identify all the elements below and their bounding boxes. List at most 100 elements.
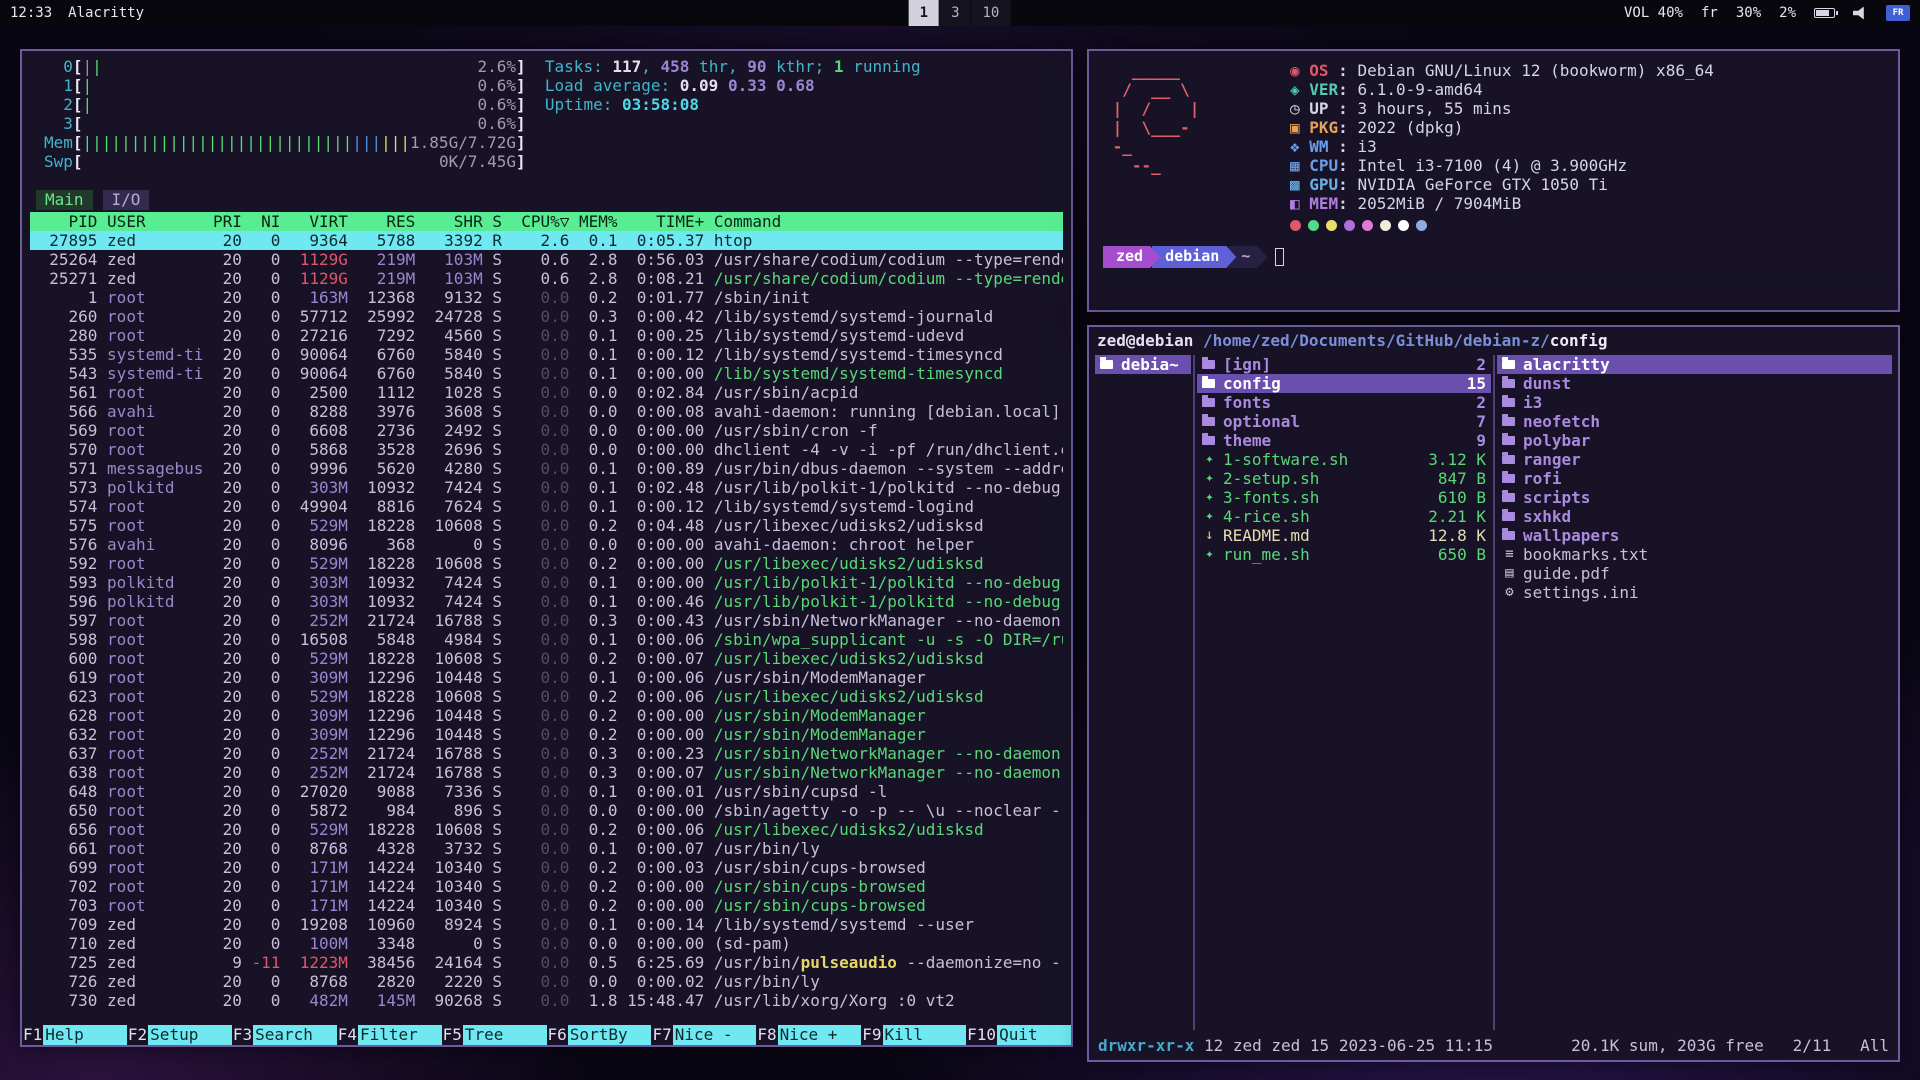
folder-icon: [1202, 417, 1215, 426]
column-header-mem[interactable]: MEM%: [569, 212, 617, 231]
process-row[interactable]: 623root200529M1822810608S0.00.20:00.06/u…: [30, 687, 1063, 706]
preview-item-neofetch[interactable]: neofetch: [1497, 412, 1892, 431]
preview-item-alacritty[interactable]: alacritty: [1497, 355, 1892, 374]
process-row[interactable]: 575root200529M1822810608S0.00.20:04.48/u…: [30, 516, 1063, 535]
preview-item-dunst[interactable]: dunst: [1497, 374, 1892, 393]
file-item-optional[interactable]: optional7: [1197, 412, 1491, 431]
workspace-button-1[interactable]: 1: [909, 0, 940, 26]
file-item-fonts[interactable]: fonts2: [1197, 393, 1491, 412]
process-row[interactable]: 576avahi20080963680S0.00.00:00.00avahi-d…: [30, 535, 1063, 554]
process-row[interactable]: 571messagebus200999656204280S0.00.10:00.…: [30, 459, 1063, 478]
file-item-run-me-sh[interactable]: ✦run_me.sh650 B: [1197, 545, 1491, 564]
process-row[interactable]: 709zed20019208109608924S0.00.10:00.14/li…: [30, 915, 1063, 934]
column-header-cpu[interactable]: CPU%▽: [512, 212, 570, 231]
process-row[interactable]: 600root200529M1822810608S0.00.20:00.07/u…: [30, 649, 1063, 668]
preview-item-polybar[interactable]: polybar: [1497, 431, 1892, 450]
process-row[interactable]: 543systemd-ti2009006467605840S0.00.10:00…: [30, 364, 1063, 383]
fkey-f8[interactable]: F8Nice +: [756, 1025, 861, 1045]
process-row[interactable]: 566avahi200828839763608S0.00.00:00.08ava…: [30, 402, 1063, 421]
file-item-2-setup-sh[interactable]: ✦2-setup.sh847 B: [1197, 469, 1491, 488]
process-row[interactable]: 27895zed200936457883392R2.60.10:05.37hto…: [30, 231, 1063, 250]
shell-prompt[interactable]: zeddebian~: [1103, 246, 1884, 268]
parent-dir-item[interactable]: debia~: [1095, 355, 1191, 374]
process-row[interactable]: 569root200660827362492S0.00.00:00.00/usr…: [30, 421, 1063, 440]
fkey-f3[interactable]: F3Search: [232, 1025, 337, 1045]
process-row[interactable]: 598root2001650858484984S0.00.10:00.06/sb…: [30, 630, 1063, 649]
file-item-3-fonts-sh[interactable]: ✦3-fonts.sh610 B: [1197, 488, 1491, 507]
process-row[interactable]: 730zed200482M145M90268S0.01.815:48.47/us…: [30, 991, 1063, 1010]
preview-item-sxhkd[interactable]: sxhkd: [1497, 507, 1892, 526]
fkey-f9[interactable]: F9Kill: [861, 1025, 966, 1045]
file-item-config[interactable]: config15: [1197, 374, 1491, 393]
fkey-f4[interactable]: F4Filter: [337, 1025, 442, 1045]
process-row[interactable]: 699root200171M1422410340S0.00.20:00.03/u…: [30, 858, 1063, 877]
process-row[interactable]: 25264zed2001129G219M103MS0.62.80:56.03/u…: [30, 250, 1063, 269]
keyboard-layout-badge[interactable]: FR: [1886, 5, 1910, 21]
preview-item-wallpapers[interactable]: wallpapers: [1497, 526, 1892, 545]
process-row[interactable]: 648root2002702090887336S0.00.10:00.01/us…: [30, 782, 1063, 801]
process-row[interactable]: 703root200171M1422410340S0.00.20:00.00/u…: [30, 896, 1063, 915]
fkey-f10[interactable]: F10Quit: [966, 1025, 1071, 1045]
fkey-f5[interactable]: F5Tree: [442, 1025, 547, 1045]
process-row[interactable]: 725zed9-111223M3845624164S0.00.56:25.69/…: [30, 953, 1063, 972]
preview-item-bookmarks-txt[interactable]: ≡bookmarks.txt: [1497, 545, 1892, 564]
process-row[interactable]: 260root200577122599224728S0.00.30:00.42/…: [30, 307, 1063, 326]
process-row[interactable]: 1root200163M123689132S0.00.20:01.77/sbin…: [30, 288, 1063, 307]
process-row[interactable]: 570root200586835282696S0.00.00:00.00dhcl…: [30, 440, 1063, 459]
process-row[interactable]: 535systemd-ti2009006467605840S0.00.10:00…: [30, 345, 1063, 364]
htop-tab-i-o[interactable]: I/O: [103, 190, 150, 210]
htop-tab-main[interactable]: Main: [36, 190, 93, 210]
workspace-button-3[interactable]: 3: [940, 0, 971, 26]
file-item-ign[interactable]: [ign]2: [1197, 355, 1491, 374]
process-row[interactable]: 597root200252M2172416788S0.00.30:00.43/u…: [30, 611, 1063, 630]
process-row[interactable]: 574root2004990488167624S0.00.10:00.12/li…: [30, 497, 1063, 516]
preview-item-ranger[interactable]: ranger: [1497, 450, 1892, 469]
process-row[interactable]: 661root200876843283732S0.00.10:00.07/usr…: [30, 839, 1063, 858]
process-row[interactable]: 592root200529M1822810608S0.00.20:00.00/u…: [30, 554, 1063, 573]
column-header-ni[interactable]: NI: [242, 212, 281, 231]
preview-item-settings-ini[interactable]: ⚙settings.ini: [1497, 583, 1892, 602]
process-row[interactable]: 280root2002721672924560S0.00.10:00.25/li…: [30, 326, 1063, 345]
process-row[interactable]: 637root200252M2172416788S0.00.30:00.23/u…: [30, 744, 1063, 763]
process-row[interactable]: 573polkitd200303M109327424S0.00.10:02.48…: [30, 478, 1063, 497]
process-row[interactable]: 628root200309M1229610448S0.00.20:00.00/u…: [30, 706, 1063, 725]
file-item-4-rice-sh[interactable]: ✦4-rice.sh2.21 K: [1197, 507, 1491, 526]
workspace-button-10[interactable]: 10: [972, 0, 1012, 26]
preview-item-rofi[interactable]: rofi: [1497, 469, 1892, 488]
process-row[interactable]: 561root200250011121028S0.00.00:02.84/usr…: [30, 383, 1063, 402]
file-item-1-software-sh[interactable]: ✦1-software.sh3.12 K: [1197, 450, 1491, 469]
process-row[interactable]: 619root200309M1229610448S0.00.10:00.06/u…: [30, 668, 1063, 687]
column-header-time[interactable]: TIME+: [618, 212, 705, 231]
fkey-f7[interactable]: F7Nice -: [651, 1025, 756, 1045]
preview-item-scripts[interactable]: scripts: [1497, 488, 1892, 507]
process-row[interactable]: 710zed200100M33480S0.00.00:00.00(sd-pam): [30, 934, 1063, 953]
process-row[interactable]: 593polkitd200303M109327424S0.00.10:00.00…: [30, 573, 1063, 592]
htop-terminal-window[interactable]: 0[||2.6%]1[|0.6%]2[|0.6%]3[0.6%]Mem[||||…: [20, 49, 1073, 1047]
fkey-f1[interactable]: F1Help: [22, 1025, 127, 1045]
process-row[interactable]: 650root2005872984896S0.00.00:00.00/sbin/…: [30, 801, 1063, 820]
column-header-command[interactable]: Command: [704, 212, 1063, 231]
column-header-pid[interactable]: PID: [30, 212, 97, 231]
process-row[interactable]: 632root200309M1229610448S0.00.20:00.00/u…: [30, 725, 1063, 744]
column-header-res[interactable]: RES: [348, 212, 415, 231]
preview-item-i3[interactable]: i3: [1497, 393, 1892, 412]
process-row[interactable]: 656root200529M1822810608S0.00.20:00.06/u…: [30, 820, 1063, 839]
column-header-shr[interactable]: SHR: [415, 212, 482, 231]
fkey-f2[interactable]: F2Setup: [127, 1025, 232, 1045]
sh-file-icon: ✦: [1202, 469, 1217, 488]
process-row[interactable]: 702root200171M1422410340S0.00.20:00.00/u…: [30, 877, 1063, 896]
process-row[interactable]: 726zed200876828202220S0.00.00:00.02/usr/…: [30, 972, 1063, 991]
process-row[interactable]: 596polkitd200303M109327424S0.00.10:00.46…: [30, 592, 1063, 611]
neofetch-terminal-window[interactable]: _____ / __ \ | / | | \___- -_ --_ ◉OS : …: [1087, 49, 1900, 312]
file-item-theme[interactable]: theme9: [1197, 431, 1491, 450]
fkey-f6[interactable]: F6SortBy: [547, 1025, 652, 1045]
column-header-s[interactable]: S: [483, 212, 512, 231]
process-row[interactable]: 25271zed2001129G219M103MS0.62.80:08.21/u…: [30, 269, 1063, 288]
file-item-readme-md[interactable]: ↓README.md12.8 K: [1197, 526, 1491, 545]
process-row[interactable]: 638root200252M2172416788S0.00.30:00.07/u…: [30, 763, 1063, 782]
column-header-user[interactable]: USER: [97, 212, 203, 231]
preview-item-guide-pdf[interactable]: ▤guide.pdf: [1497, 564, 1892, 583]
column-header-pri[interactable]: PRI: [203, 212, 242, 231]
column-header-virt[interactable]: VIRT: [280, 212, 347, 231]
ranger-terminal-window[interactable]: zed@debian/home/zed/Documents/GitHub/deb…: [1087, 325, 1900, 1062]
